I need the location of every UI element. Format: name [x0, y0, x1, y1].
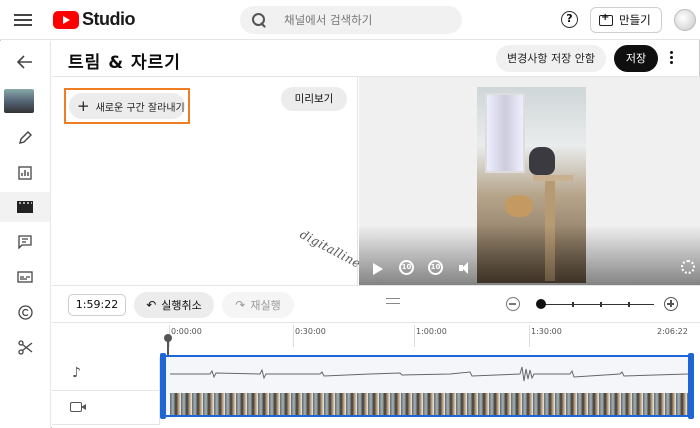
edit-icon[interactable]	[0, 123, 50, 153]
app-name: Studio	[82, 9, 136, 29]
create-button-label: 만들기	[619, 13, 651, 27]
ruler-tick: 0:30:00	[295, 327, 326, 336]
watermark: digitalline	[297, 227, 364, 271]
play-icon[interactable]	[373, 263, 383, 275]
more-options-icon[interactable]	[670, 49, 674, 69]
discard-changes-button[interactable]: 변경사항 저장 안함	[496, 45, 606, 72]
zoom-tick	[572, 302, 574, 307]
scissors-icon[interactable]	[0, 332, 50, 362]
ruler-tick: 0:00:00	[171, 327, 202, 336]
zoom-slider-knob[interactable]	[536, 299, 546, 309]
redo-label: 재실행	[250, 299, 281, 312]
avatar[interactable]	[674, 9, 696, 31]
ruler-line	[293, 325, 294, 347]
editor-icon[interactable]	[0, 192, 50, 222]
youtube-logo-icon	[53, 10, 79, 29]
cat-image	[505, 195, 533, 217]
video-track-label	[52, 391, 160, 425]
timeline: 0:00:00 0:30:00 1:00:00 1:30:00 2:06:22 …	[52, 323, 700, 428]
cat-image	[529, 147, 555, 175]
plus-icon: +	[77, 97, 90, 115]
menu-icon[interactable]	[14, 11, 32, 29]
comments-icon[interactable]	[0, 227, 50, 257]
sidebar	[0, 41, 51, 428]
undo-label: 실행취소	[161, 299, 202, 312]
forward-10-icon[interactable]: 10	[428, 260, 443, 275]
rewind-10-icon[interactable]: 10	[399, 260, 414, 275]
volume-icon[interactable]	[459, 262, 473, 274]
redo-button[interactable]: ↷ 재실행	[222, 292, 294, 318]
video-thumbnail[interactable]	[4, 89, 34, 113]
search-bar[interactable]: 채널에서 검색하기	[240, 6, 462, 34]
trim-panel: + 새로운 구간 잘라내기 미리보기 digitalline	[52, 77, 363, 285]
youtube-studio-logo[interactable]: Studio	[53, 9, 136, 30]
ruler-tick: 2:06:22	[657, 327, 688, 336]
audio-track-label: ♪	[52, 357, 160, 391]
ruler-line	[529, 325, 530, 347]
page-header: 트림 & 자르기 변경사항 저장 안함 저장	[52, 41, 700, 77]
analytics-icon[interactable]	[0, 158, 50, 188]
search-icon[interactable]	[252, 13, 266, 27]
help-icon[interactable]: ?	[561, 11, 578, 28]
settings-gear-icon[interactable]	[681, 260, 695, 274]
save-button[interactable]: 저장	[614, 45, 658, 72]
timecode-field[interactable]: 1:59:22	[68, 294, 126, 316]
search-input[interactable]: 채널에서 검색하기	[284, 12, 372, 28]
copyright-icon[interactable]	[0, 297, 50, 327]
top-bar: Studio 채널에서 검색하기 ? 만들기	[0, 0, 700, 40]
new-cut-button[interactable]: + 새로운 구간 잘라내기	[69, 93, 185, 119]
player-controls-overlay	[359, 225, 700, 285]
page-title: 트림 & 자르기	[68, 53, 181, 73]
back-icon[interactable]	[0, 47, 50, 77]
undo-button[interactable]: ↶ 실행취소	[134, 292, 214, 318]
zoom-slider-track[interactable]	[540, 304, 654, 305]
trim-handle-right[interactable]	[688, 353, 694, 419]
redo-icon: ↷	[235, 298, 246, 312]
timeline-ruler: 0:00:00 0:30:00 1:00:00 1:30:00 2:06:22	[52, 323, 700, 353]
preview-button[interactable]: 미리보기	[281, 87, 347, 111]
trim-handle-left[interactable]	[160, 353, 166, 419]
timeline-toolbar: 1:59:22 ↶ 실행취소 ↷ 재실행	[52, 285, 700, 323]
ruler-line	[414, 325, 415, 347]
zoom-tick	[628, 302, 630, 307]
zoom-out-icon[interactable]	[506, 297, 520, 311]
subtitles-icon[interactable]	[0, 262, 50, 292]
timeline-clip[interactable]	[162, 355, 694, 417]
audio-waveform	[170, 366, 688, 382]
zoom-in-icon[interactable]	[664, 297, 678, 311]
video-camera-icon	[70, 402, 86, 412]
undo-icon: ↶	[146, 298, 157, 312]
zoom-tick	[600, 302, 602, 307]
window-image	[485, 93, 525, 173]
music-note-icon: ♪	[72, 365, 81, 381]
video-player[interactable]: 10 10	[359, 77, 700, 285]
resize-handle-icon[interactable]	[386, 298, 400, 304]
video-frames-strip	[170, 393, 688, 415]
ruler-tick: 1:00:00	[416, 327, 447, 336]
create-button[interactable]: 만들기	[590, 7, 662, 33]
new-cut-label: 새로운 구간 잘라내기	[95, 102, 185, 114]
ruler-tick: 1:30:00	[531, 327, 562, 336]
create-icon	[599, 12, 613, 26]
